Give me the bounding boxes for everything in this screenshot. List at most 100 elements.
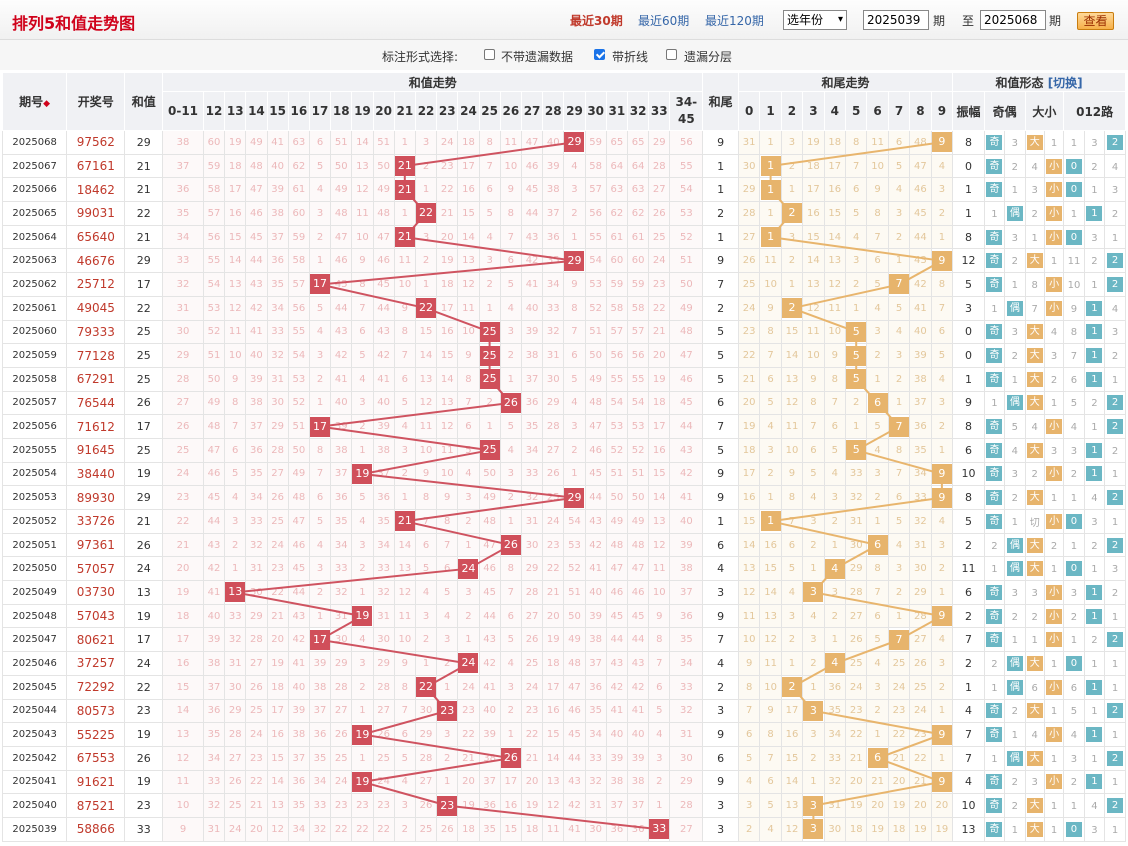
odd-cell: 奇 [983, 603, 1006, 629]
tail-trend-cell: 10 [759, 674, 782, 700]
route-cell-0: 10 [1063, 272, 1085, 297]
recent-30-link[interactable]: 最近30期 [570, 12, 623, 29]
route-cell-2: 2 [1104, 698, 1126, 724]
tail-ball-overlay: 7 [889, 629, 910, 650]
numbers-cell: 79333 [66, 319, 126, 345]
route-badge: 2 [1107, 490, 1124, 506]
sum-trend-cell: 19 [542, 627, 565, 653]
amp-cell: 1 [952, 366, 985, 392]
tail-trend-cell: 46 [909, 177, 932, 203]
even-miss: 2 [1011, 161, 1019, 173]
tail-trend-cell: 1 [866, 366, 889, 392]
sum-trend-cell: 43 [202, 532, 226, 558]
sum-trend-cell: 39 [669, 532, 704, 558]
sort-icon[interactable]: ◆ [43, 99, 50, 109]
sum-trend-cell: 34 [162, 224, 204, 250]
sum-trend-cell: 5 [499, 272, 522, 297]
issue-header[interactable]: 期号◆ [1, 72, 68, 131]
sum-trend-cell: 4 [351, 366, 374, 392]
line-checkbox[interactable] [594, 49, 605, 60]
sum-trend-cell: 3 [224, 509, 247, 534]
big-miss: 切 [1029, 517, 1040, 529]
line-label[interactable]: 带折线 [612, 48, 648, 65]
to-issue-input[interactable]: 2025068 [980, 10, 1046, 30]
sum-trend-cell: 20 [436, 224, 459, 250]
tail-trend-cell: 1 [887, 248, 911, 274]
tail-trend-cell: 5 [823, 437, 847, 463]
sum-trend-cell: 39 [266, 177, 289, 203]
route-cell-1: 1 [1083, 556, 1106, 582]
odd-badge: 奇 [986, 158, 1003, 174]
year-select[interactable]: 选年份 ▾ [783, 10, 847, 30]
sum-trend-cell: 3 [457, 485, 480, 510]
sum-trend-cell: 65 [626, 130, 650, 155]
odd-cell: 奇 [983, 366, 1006, 392]
tail-trend-cell: 1 [866, 722, 889, 747]
sum-trend-cell: 36 [605, 816, 628, 842]
amp-cell: 2 [952, 532, 985, 558]
miss-layer-label[interactable]: 遗漏分层 [684, 48, 732, 65]
tail-trend-cell: 1 [780, 651, 804, 676]
sum-trend-cell: 28 [330, 674, 353, 700]
sum-trend-cell: 37 [584, 651, 607, 676]
issue-label: 期 [933, 14, 946, 28]
sum-trend-cell: 4 [563, 390, 586, 416]
route-cell-1: 1 [1083, 366, 1106, 392]
odd-cell: 奇 [983, 485, 1006, 510]
sum-trend-cell: 39 [626, 745, 650, 771]
switch-link[interactable]: [切换] [1048, 76, 1083, 90]
sum-trend-cell: 45 [478, 580, 501, 605]
sum-trend-cell: 32 [330, 580, 353, 605]
even-cell: 偶 [1004, 295, 1026, 321]
tail-col-9: 9 [930, 91, 954, 131]
tail-col-2: 2 [780, 91, 804, 131]
numbers-cell: 91621 [66, 769, 126, 795]
sum-col-1: 12 [202, 91, 226, 131]
tail-ball-overlay: 6 [867, 748, 888, 769]
odd-cell: 奇 [983, 793, 1006, 818]
recent-60-link[interactable]: 最近60期 [638, 12, 689, 29]
route-cell-1: 1 [1083, 674, 1106, 700]
no-miss-checkbox[interactable] [484, 49, 495, 60]
sum-trend-cell: 41 [669, 485, 704, 510]
route-miss: 11 [1067, 256, 1081, 268]
recent-120-link[interactable]: 最近120期 [705, 12, 764, 29]
sum-trend-cell: 18 [520, 816, 544, 842]
no-miss-label[interactable]: 不带遗漏数据 [501, 48, 573, 65]
sum-trend-cell: 39 [202, 627, 226, 653]
tail-trend-cell: 4 [737, 769, 761, 795]
even-cell: 2 [1004, 769, 1026, 795]
sum-trend-cell: 34 [202, 745, 226, 771]
sum-trend-cell: 12 [648, 532, 671, 558]
query-button[interactable]: 查看 [1077, 12, 1114, 30]
small-badge: 小 [1046, 300, 1063, 316]
sum-trend-cell: 1 [563, 461, 586, 487]
sum-trend-cell: 62 [605, 201, 628, 226]
tail-trend-cell: 6 [844, 177, 868, 203]
miss-layer-checkbox[interactable] [666, 49, 677, 60]
tail-trend-cell: 1 [802, 556, 825, 582]
tail-trend-cell: 3 [887, 556, 911, 582]
sum-trend-cell: 57 [605, 319, 628, 345]
sum-trend-cell: 5 [499, 627, 522, 653]
sum-trend-cell: 11 [393, 248, 416, 274]
tail-trend-cell: 3 [780, 603, 804, 629]
tail-trend-cell: 2 [887, 580, 911, 605]
tail-col-8: 8 [909, 91, 932, 131]
small-cell: 小 [1043, 461, 1065, 487]
sum-trend-cell: 40 [478, 698, 501, 724]
sum-trend-cell: 23 [457, 698, 480, 724]
sum-trend-cell: 45 [245, 224, 268, 250]
sum-trend-cell: 42 [584, 532, 607, 558]
even-badge: 偶 [1006, 395, 1023, 411]
sum-trend-cell: 41 [605, 698, 628, 724]
route-cell-2: 2 [1104, 437, 1126, 463]
route-miss: 3 [1070, 587, 1078, 599]
from-issue-input[interactable]: 2025039 [863, 10, 929, 30]
route-cell-1: 1 [1083, 177, 1106, 203]
tail-trend-cell: 15 [737, 509, 761, 534]
odd-cell: 1 [983, 745, 1006, 771]
tail-trend-cell: 5 [866, 272, 889, 297]
big-cell: 大 [1024, 343, 1045, 368]
sum-trend-cell: 26 [648, 201, 671, 226]
